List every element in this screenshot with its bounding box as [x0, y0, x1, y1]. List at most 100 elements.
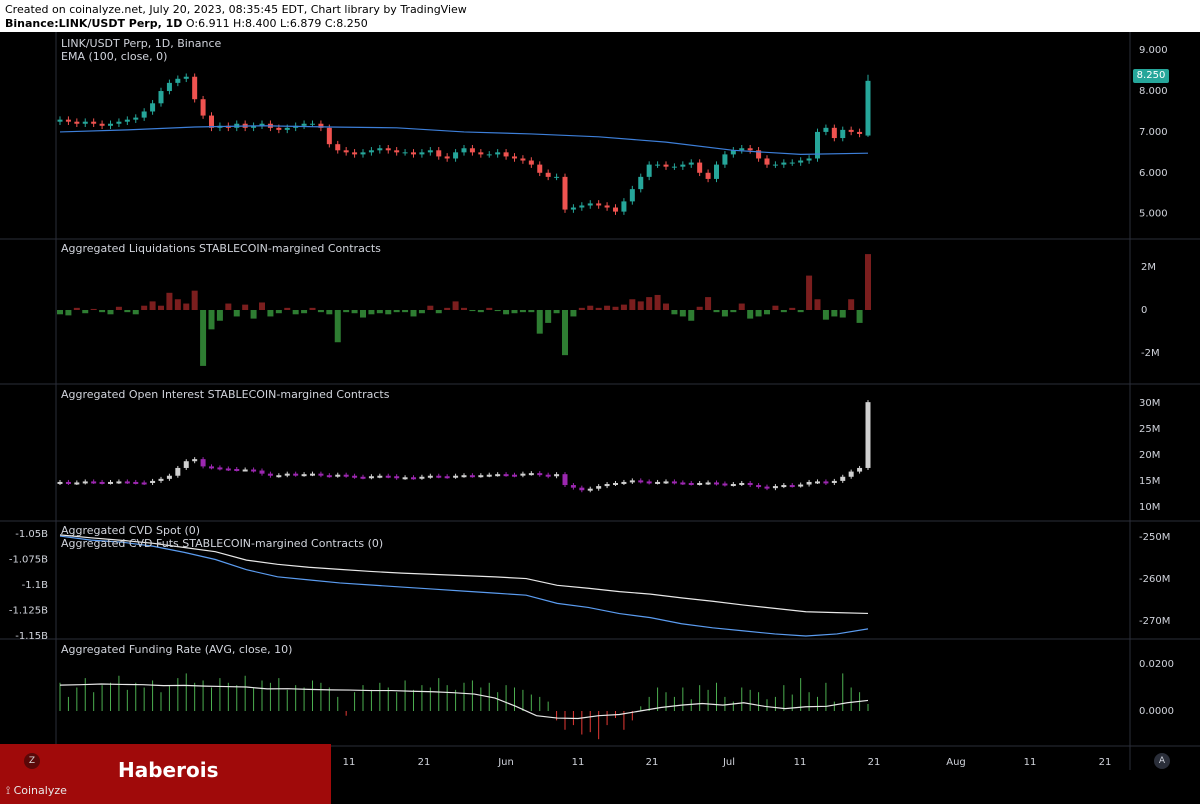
- candle-body: [124, 119, 130, 122]
- liquidation-bar: [444, 307, 451, 310]
- oi-bar: [108, 481, 113, 484]
- liquidation-bar: [452, 301, 459, 310]
- x-tick-label: Aug: [946, 757, 966, 768]
- liquidation-bar: [435, 310, 442, 314]
- oi-bar: [99, 481, 105, 484]
- auto-scale-button[interactable]: A: [1154, 753, 1170, 769]
- liquidation-bar: [528, 310, 535, 313]
- liquidation-tick-label: 2M: [1141, 262, 1156, 273]
- chart-canvas[interactable]: 5.000 6.000 7.000 8.000 9.000 2M 0 -2M 10M 15M 20M…: [0, 32, 1200, 772]
- liquidation-bar: [233, 310, 240, 317]
- liquidation-bar: [149, 301, 156, 310]
- oi-bar: [621, 481, 627, 484]
- oi-bar: [377, 475, 383, 478]
- liquidation-bar: [654, 294, 661, 310]
- candle-body: [209, 115, 214, 128]
- candle-body: [621, 201, 627, 212]
- candle-body: [427, 150, 433, 153]
- oi-bar: [697, 482, 703, 485]
- liquidation-bar: [511, 310, 518, 314]
- candle-body: [183, 76, 189, 79]
- liquidation-bar: [604, 305, 611, 310]
- candle-body: [545, 172, 551, 177]
- candle-body: [680, 164, 686, 167]
- ohlc-values: O:6.911 H:8.400 L:6.879 C:8.250: [182, 17, 368, 30]
- liquidation-bar: [107, 310, 114, 315]
- oi-bar: [276, 475, 282, 478]
- liquidation-bar: [200, 310, 207, 366]
- liquidation-bar: [309, 307, 316, 310]
- candle-body: [335, 144, 341, 151]
- funding-tick-label: 0.0000: [1139, 706, 1174, 717]
- liquidation-bar: [402, 310, 409, 313]
- liquidation-bar: [393, 310, 400, 313]
- oi-bar: [57, 481, 63, 484]
- oi-bar: [461, 475, 467, 478]
- liquidation-bar: [410, 310, 417, 317]
- candle-body: [326, 127, 332, 145]
- candle-body: [478, 152, 484, 155]
- candle-body: [840, 129, 846, 139]
- price-tick-label: 8.000: [1139, 86, 1168, 97]
- candle-body: [65, 119, 71, 122]
- oi-bar: [503, 474, 509, 477]
- oi-bar: [150, 480, 156, 483]
- cvd-spot-tick-label: -1.1B: [22, 580, 49, 591]
- candle-body: [301, 123, 307, 126]
- liquidation-bar: [57, 310, 63, 315]
- liquidation-bar: [713, 310, 720, 313]
- liquidation-bar: [216, 310, 223, 321]
- liquidation-bar: [259, 302, 265, 310]
- oi-bar: [714, 482, 719, 485]
- candle-body: [141, 111, 147, 118]
- candle-body: [596, 203, 602, 206]
- oi-bar: [739, 482, 745, 485]
- liquidation-bar: [789, 307, 796, 310]
- candle-body: [158, 91, 164, 104]
- oi-bar: [831, 480, 837, 483]
- candle-body: [57, 119, 63, 122]
- oi-tick-label: 10M: [1139, 502, 1160, 513]
- oi-bar: [722, 483, 728, 486]
- candle-body: [781, 162, 787, 165]
- candle-body: [175, 78, 181, 83]
- oi-bar: [823, 481, 829, 484]
- oi-bar: [335, 474, 341, 477]
- candle-body: [377, 148, 383, 151]
- oi-bar: [200, 459, 206, 467]
- candle-body: [798, 160, 804, 163]
- candle-body: [402, 152, 408, 154]
- candle-body: [512, 156, 517, 159]
- candle-body: [705, 172, 711, 179]
- oi-bar: [419, 476, 425, 479]
- candle-body: [200, 99, 206, 116]
- liquidation-bar: [688, 310, 695, 321]
- cvd-spot-tick-label: -1.075B: [9, 555, 48, 566]
- oi-bar: [284, 473, 290, 476]
- oi-bar: [756, 485, 762, 488]
- x-tick-label: 11: [793, 757, 807, 768]
- liquidation-bar: [764, 310, 770, 315]
- oi-bar: [444, 476, 450, 479]
- liquidation-bar: [225, 303, 232, 310]
- liquidation-bar: [822, 310, 829, 320]
- liquidation-bar: [578, 307, 585, 310]
- candle-body: [150, 103, 156, 112]
- liquidation-bar: [343, 310, 350, 313]
- liquidation-bar: [553, 310, 560, 314]
- liquidation-bar: [191, 290, 198, 310]
- liquidation-bar: [679, 310, 686, 317]
- oi-bar: [562, 474, 568, 486]
- oi-tick-label: 25M: [1139, 424, 1160, 435]
- liquidation-bar: [477, 310, 484, 313]
- cvd-spot-tick-label: -1.05B: [15, 529, 48, 540]
- liquidation-tick-label: 0: [1141, 305, 1147, 316]
- price-tick-label: 5.000: [1139, 209, 1168, 220]
- zoom-button[interactable]: Z: [24, 753, 40, 769]
- oi-bar: [671, 481, 677, 484]
- liquidations-title: Aggregated Liquidations STABLECOIN-margi…: [61, 242, 381, 255]
- x-tick-label: 21: [417, 757, 431, 768]
- oi-bar: [570, 485, 576, 488]
- liquidation-bar: [839, 310, 846, 318]
- liquidation-tick-label: -2M: [1141, 348, 1160, 359]
